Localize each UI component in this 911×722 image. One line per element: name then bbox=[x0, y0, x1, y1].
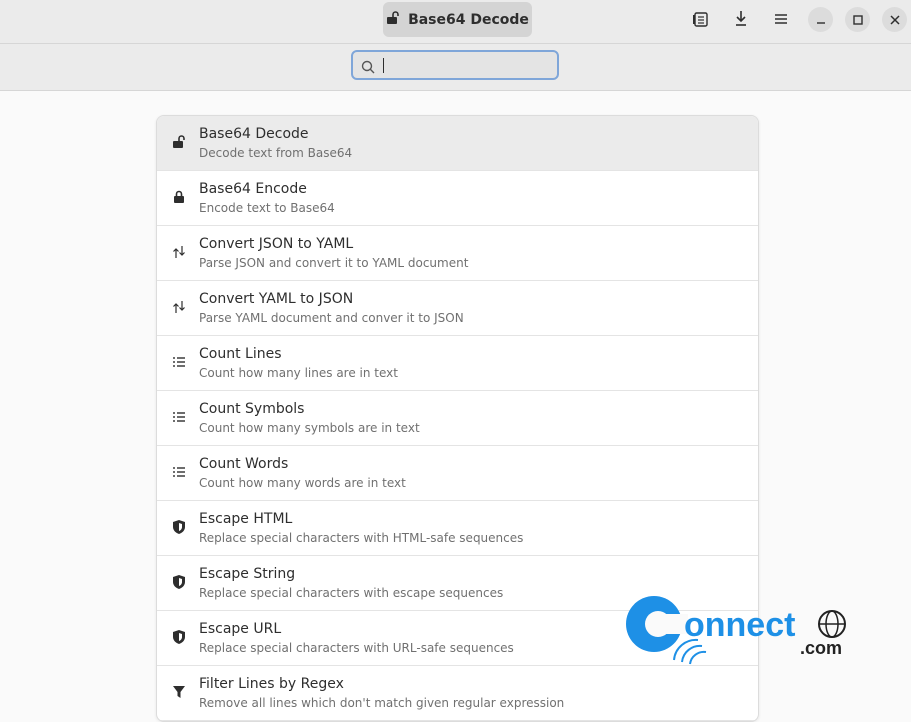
tool-title: Count Symbols bbox=[199, 401, 305, 417]
tool-title: Convert YAML to JSON bbox=[199, 291, 354, 307]
tool-title: Escape HTML bbox=[199, 511, 293, 527]
current-tool-title: Base64 Decode bbox=[408, 11, 529, 28]
text-caret bbox=[383, 58, 384, 73]
watermark-suffix: .com bbox=[800, 638, 842, 658]
maximize-icon[interactable] bbox=[845, 7, 870, 32]
search-field[interactable] bbox=[351, 50, 559, 80]
tool-subtitle: Count how many symbols are in text bbox=[199, 421, 420, 435]
list-icon bbox=[171, 464, 187, 480]
shield-icon bbox=[171, 574, 187, 590]
tool-list-item[interactable]: Convert YAML to JSON Parse YAML document … bbox=[157, 281, 758, 336]
tool-list-item[interactable]: Escape HTML Replace special characters wi… bbox=[157, 501, 758, 556]
tool-title: Count Lines bbox=[199, 346, 282, 362]
tool-title: Filter Lines by Regex bbox=[199, 676, 344, 692]
tool-title: Count Words bbox=[199, 456, 289, 472]
tool-title: Convert JSON to YAML bbox=[199, 236, 354, 252]
menu-icon[interactable] bbox=[769, 8, 793, 30]
tool-list-item[interactable]: Count Symbols Count how many symbols are … bbox=[157, 391, 758, 446]
convert-icon bbox=[171, 244, 187, 260]
tool-title: Base64 Decode bbox=[199, 126, 309, 142]
search-input[interactable] bbox=[381, 55, 555, 77]
tool-subtitle: Replace special characters with escape s… bbox=[199, 586, 504, 600]
search-bar bbox=[0, 44, 911, 91]
watermark-brand: onnect bbox=[684, 606, 795, 644]
unlock-icon bbox=[386, 10, 400, 29]
tool-subtitle: Encode text to Base64 bbox=[199, 201, 335, 215]
tool-subtitle: Count how many words are in text bbox=[199, 476, 406, 490]
tool-title: Escape URL bbox=[199, 621, 282, 637]
filter-icon bbox=[171, 684, 187, 700]
tool-list-item[interactable]: Base64 Decode Decode text from Base64 bbox=[157, 116, 758, 171]
minimize-icon[interactable] bbox=[808, 7, 833, 32]
tool-subtitle: Replace special characters with URL-safe… bbox=[199, 641, 514, 655]
tool-subtitle: Replace special characters with HTML-saf… bbox=[199, 531, 524, 545]
tool-subtitle: Parse JSON and convert it to YAML docume… bbox=[199, 256, 469, 270]
watermark-logo: onnect .com bbox=[618, 578, 862, 668]
tool-subtitle: Decode text from Base64 bbox=[199, 146, 353, 160]
tool-list-item[interactable]: Filter Lines by Regex Remove all lines wh… bbox=[157, 666, 758, 721]
tool-list-item[interactable]: Base64 Encode Encode text to Base64 bbox=[157, 171, 758, 226]
current-tool-button[interactable]: Base64 Decode bbox=[383, 2, 532, 37]
download-icon[interactable] bbox=[729, 8, 753, 30]
tool-subtitle: Count how many lines are in text bbox=[199, 366, 398, 380]
library-icon[interactable] bbox=[689, 8, 713, 30]
convert-icon bbox=[171, 299, 187, 315]
shield-icon bbox=[171, 629, 187, 645]
tool-list-item[interactable]: Count Words Count how many words are in t… bbox=[157, 446, 758, 501]
lock-icon bbox=[171, 189, 187, 205]
tool-list-item[interactable]: Count Lines Count how many lines are in t… bbox=[157, 336, 758, 391]
tool-subtitle: Parse YAML document and conver it to JSO… bbox=[199, 311, 464, 325]
tool-list-item[interactable]: Convert JSON to YAML Parse JSON and conve… bbox=[157, 226, 758, 281]
close-icon[interactable] bbox=[882, 7, 907, 32]
list-icon bbox=[171, 409, 187, 425]
tool-subtitle: Remove all lines which don't match given… bbox=[199, 696, 565, 710]
shield-icon bbox=[171, 519, 187, 535]
unlock-icon bbox=[171, 134, 187, 150]
tool-title: Base64 Encode bbox=[199, 181, 307, 197]
list-icon bbox=[171, 354, 187, 370]
search-icon bbox=[361, 59, 375, 78]
tool-title: Escape String bbox=[199, 566, 296, 582]
title-bar: Base64 Decode bbox=[0, 0, 911, 44]
